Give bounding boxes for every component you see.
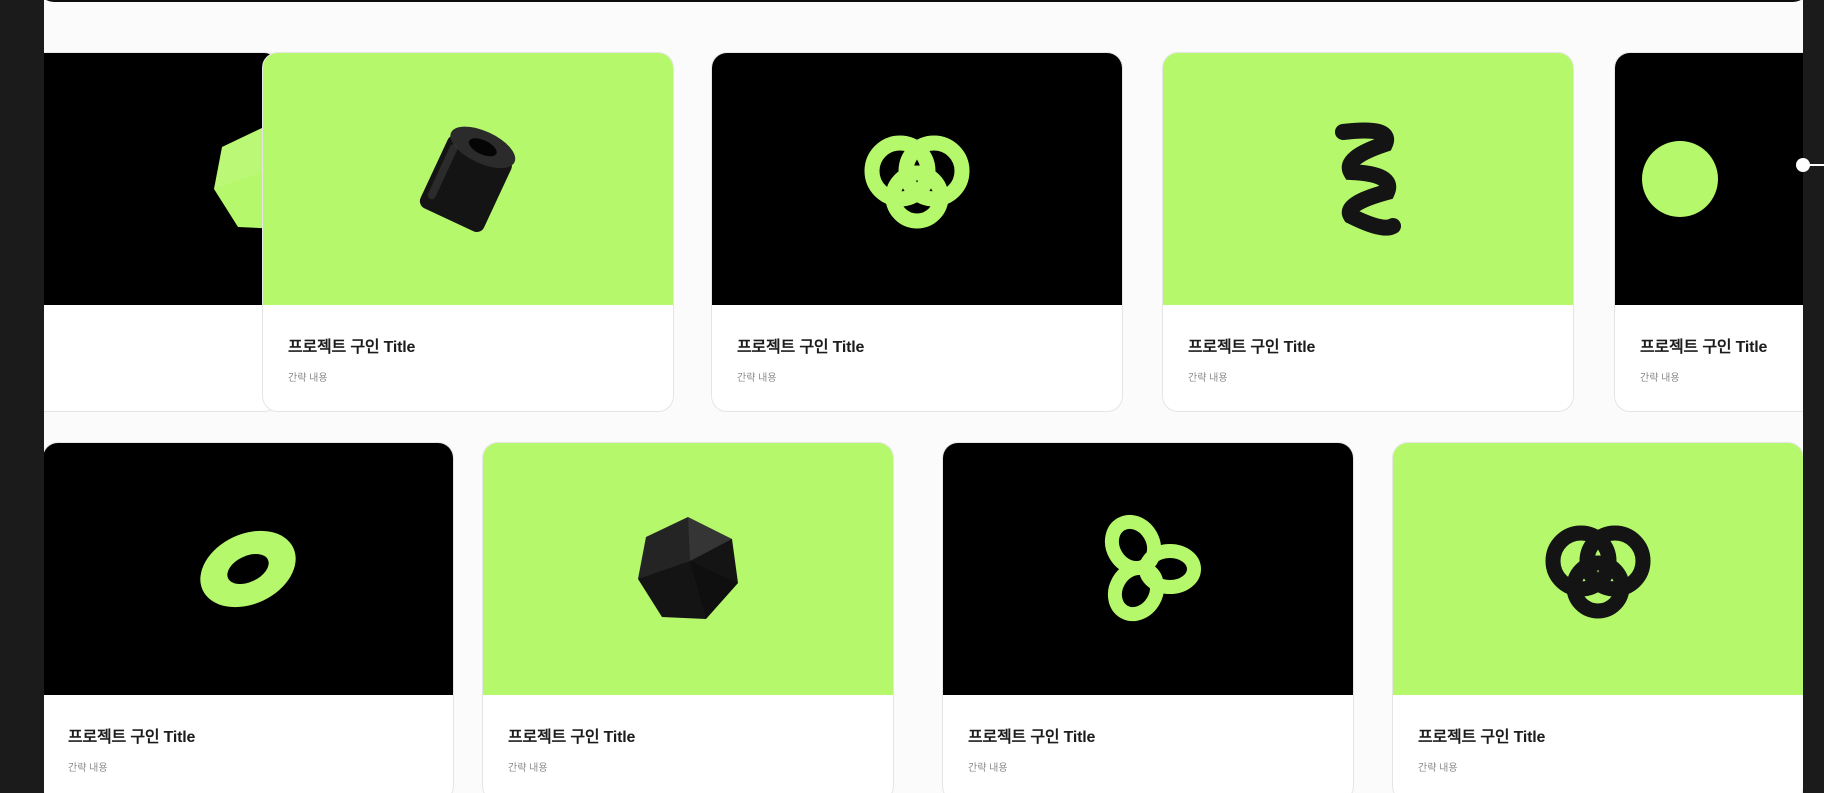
spiral-icon [1313,114,1423,244]
project-card[interactable] [44,52,280,412]
project-card[interactable]: 프로젝트 구인 Title 간략 내용 [44,442,454,793]
card-title: 프로젝트 구인 Title [737,339,865,356]
card-meta: 프로젝트 구인 Title 간략 내용 [1640,333,1767,384]
card-meta: 프로젝트 구인 Title 간략 내용 [968,723,1095,774]
card-title: 프로젝트 구인 Title [288,339,416,356]
cylinder-icon [408,109,528,249]
card-meta: 프로젝트 구인 Title 간략 내용 [508,723,635,774]
card-description: 간략 내용 [508,763,548,774]
card-thumbnail [44,443,453,695]
card-meta: 프로젝트 구인 Title 간략 내용 [1418,723,1545,774]
blob-icon [1625,124,1735,234]
card-thumbnail [1163,53,1573,305]
card-thumbnail [1615,53,1803,305]
card-thumbnail [943,443,1353,695]
card-description: 간략 내용 [737,373,777,384]
card-title: 프로젝트 구인 Title [1640,339,1768,356]
card-description: 간략 내용 [1188,373,1228,384]
card-description: 간략 내용 [1640,373,1680,384]
card-thumbnail [44,53,279,305]
knot-icon [852,119,982,239]
card-gallery: 프로젝트 구인 Title 간략 내용 프로젝트 구인 Title 간략 내용 프로… [44,0,1803,793]
project-card[interactable]: 프로젝트 구인 Title 간략 내용 [482,442,894,793]
card-thumbnail [1393,443,1803,695]
card-thumbnail [263,53,673,305]
card-description: 간략 내용 [68,763,108,774]
card-meta: 프로젝트 구인 Title 간략 내용 [737,333,864,384]
card-meta: 프로젝트 구인 Title 간략 내용 [1188,333,1315,384]
card-thumbnail [483,443,893,695]
project-card[interactable]: 프로젝트 구인 Title 간략 내용 [711,52,1123,412]
card-title: 프로젝트 구인 Title [1418,729,1546,746]
project-card[interactable]: 프로젝트 구인 Title 간략 내용 [1614,52,1803,412]
card-meta: 프로젝트 구인 Title 간략 내용 [288,333,415,384]
card-title: 프로젝트 구인 Title [508,729,636,746]
project-card[interactable]: 프로젝트 구인 Title 간략 내용 [942,442,1354,793]
card-description: 간략 내용 [288,373,328,384]
project-card[interactable]: 프로젝트 구인 Title 간략 내용 [262,52,674,412]
top-bar [44,0,1803,2]
card-meta: 프로젝트 구인 Title 간략 내용 [68,723,195,774]
scroll-handle-line [1808,164,1824,166]
card-title: 프로젝트 구인 Title [1188,339,1316,356]
trefoil-icon [1088,509,1208,629]
card-title: 프로젝트 구인 Title [968,729,1096,746]
card-description: 간략 내용 [1418,763,1458,774]
project-card[interactable]: 프로젝트 구인 Title 간략 내용 [1162,52,1574,412]
card-thumbnail [712,53,1122,305]
card-title: 프로젝트 구인 Title [68,729,196,746]
polyhedron-icon [628,509,748,629]
card-description: 간략 내용 [968,763,1008,774]
torus-icon [183,514,313,624]
knot-icon [1533,509,1663,629]
project-card[interactable]: 프로젝트 구인 Title 간략 내용 [1392,442,1803,793]
